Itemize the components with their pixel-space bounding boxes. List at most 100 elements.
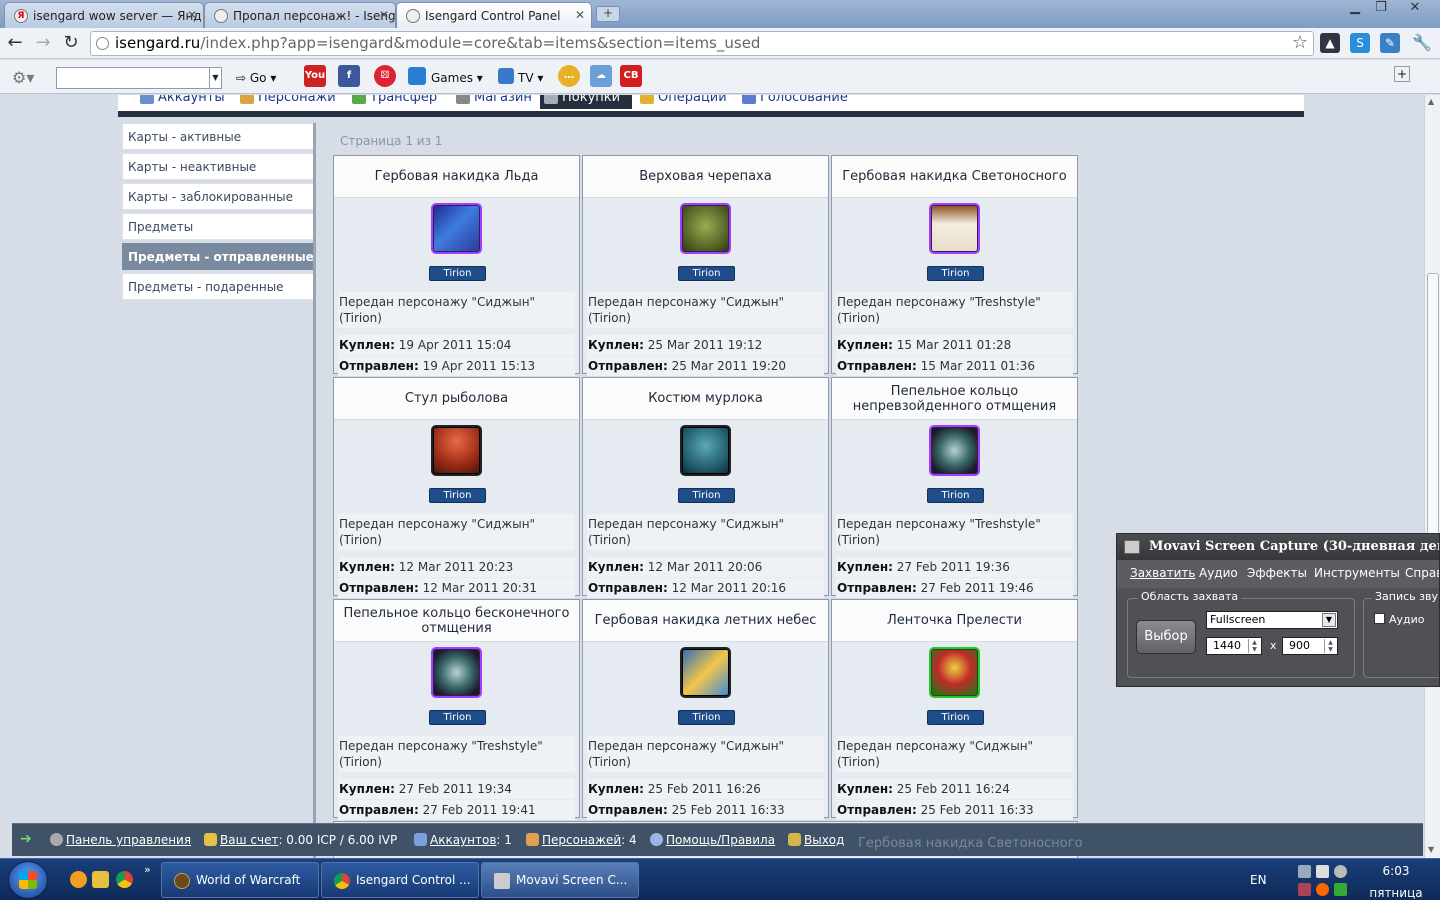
murloc-costume-icon[interactable] bbox=[680, 425, 731, 476]
reload-icon[interactable]: ↻ bbox=[60, 32, 82, 54]
back-icon[interactable]: ← bbox=[4, 32, 26, 54]
weather-icon[interactable]: ☁ bbox=[590, 65, 612, 87]
capture-mode-select[interactable]: Fullscreen ▼ bbox=[1206, 611, 1338, 629]
audio-checkbox[interactable]: Аудио bbox=[1374, 613, 1425, 626]
chevron-down-icon[interactable]: ▼ bbox=[1322, 613, 1336, 627]
menu-tools[interactable]: Инструменты bbox=[1314, 566, 1400, 580]
close-tab-icon[interactable]: ✕ bbox=[379, 8, 389, 22]
task-isengard-control[interactable]: Isengard Control ... bbox=[321, 862, 479, 898]
wrench-icon[interactable]: 🔧 bbox=[1412, 33, 1432, 53]
toolbar-logo-icon[interactable]: ⚙▾ bbox=[12, 68, 34, 88]
tab-isengard-control-panel[interactable]: Isengard Control Panel ✕ bbox=[396, 2, 592, 28]
item-title[interactable]: Гербовая накидка летних небес bbox=[583, 600, 828, 642]
select-area-button[interactable]: Выбор bbox=[1136, 620, 1196, 654]
tray-network-icon[interactable] bbox=[1334, 865, 1347, 878]
extension-skype-icon[interactable]: S bbox=[1350, 33, 1370, 53]
characters-link[interactable]: Персонажей bbox=[542, 833, 621, 847]
tabard-summer-icon[interactable] bbox=[680, 647, 731, 698]
chat-icon[interactable]: … bbox=[558, 65, 580, 87]
tab-lost-character[interactable]: Пропал персонаж! - Iseng ✕ bbox=[204, 2, 396, 28]
nav-operations[interactable]: Операции bbox=[636, 95, 735, 109]
games-icon[interactable] bbox=[408, 67, 426, 85]
start-button[interactable] bbox=[8, 861, 48, 899]
youtube-icon[interactable]: You bbox=[304, 65, 326, 87]
turtle-mount-icon[interactable] bbox=[680, 203, 731, 254]
close-window-icon[interactable]: ✕ bbox=[1400, 0, 1430, 18]
nav-accounts[interactable]: Аккаунты bbox=[136, 95, 233, 109]
account-balance[interactable]: Ваш счет: 0.00 ICP / 6.00 IVP bbox=[204, 833, 397, 847]
tv-icon[interactable] bbox=[498, 68, 514, 84]
control-panel-link[interactable]: Панель управления bbox=[50, 833, 191, 847]
new-tab-button[interactable]: + bbox=[596, 6, 620, 22]
close-tab-icon[interactable]: ✕ bbox=[187, 8, 197, 22]
width-field[interactable]: 1440 ▲ ▼ bbox=[1206, 637, 1262, 655]
page-scrollbar[interactable]: ▲ ▼ bbox=[1424, 95, 1440, 858]
item-title[interactable]: Пепельное кольцо непревзойденного отмщен… bbox=[832, 378, 1077, 420]
nav-transfer[interactable]: Трансфер bbox=[348, 95, 445, 109]
accounts-link[interactable]: Аккаунтов bbox=[430, 833, 496, 847]
item-title[interactable]: Верховая черепаха bbox=[583, 156, 828, 198]
close-tab-icon[interactable]: ✕ bbox=[575, 8, 585, 22]
account-link[interactable]: Ваш счет bbox=[220, 833, 278, 847]
nav-shop[interactable]: Магазин bbox=[452, 95, 540, 109]
extension-pen-icon[interactable]: ✎ bbox=[1380, 33, 1400, 53]
height-field[interactable]: 900 ▲ ▼ bbox=[1282, 637, 1338, 655]
scroll-down-icon[interactable]: ▼ bbox=[1428, 845, 1434, 854]
toolbar-add-icon[interactable]: + bbox=[1394, 66, 1410, 82]
toolbar-search-input[interactable]: ▼ bbox=[56, 67, 222, 89]
dice-icon[interactable]: ⚄ bbox=[374, 65, 396, 87]
nav-purchases[interactable]: Покупки bbox=[540, 95, 632, 109]
menu-capture[interactable]: Захватить bbox=[1130, 566, 1195, 580]
quicklaunch-pen-icon[interactable] bbox=[92, 871, 109, 888]
quicklaunch-chrome-icon[interactable] bbox=[116, 871, 133, 888]
tray-flag-icon[interactable] bbox=[1298, 883, 1311, 896]
tray-monitor-icon[interactable] bbox=[1298, 865, 1311, 878]
facebook-icon[interactable]: f bbox=[338, 65, 360, 87]
nav-characters[interactable]: Персонажи bbox=[236, 95, 344, 109]
movavi-title-bar[interactable]: Movavi Screen Capture (30-дневная демо-в… bbox=[1117, 534, 1439, 560]
minimize-icon[interactable]: ▁ bbox=[1342, 0, 1368, 18]
item-title[interactable]: Гербовая накидка Светоносного bbox=[832, 156, 1077, 198]
checkbox-icon[interactable] bbox=[1374, 613, 1385, 624]
ashen-ring-icon[interactable] bbox=[431, 647, 482, 698]
sidebar-item-cards-active[interactable]: Карты - активные bbox=[122, 123, 314, 150]
bookmark-star-icon[interactable]: ☆ bbox=[1292, 32, 1308, 54]
sidebar-item-items-gifted[interactable]: Предметы - подаренные bbox=[122, 273, 314, 300]
task-movavi[interactable]: Movavi Screen C... bbox=[481, 862, 639, 898]
page-info-icon[interactable] bbox=[96, 37, 109, 50]
movavi-window[interactable]: Movavi Screen Capture (30-дневная демо-в… bbox=[1116, 533, 1440, 687]
sidebar-item-cards-blocked[interactable]: Карты - заблокированные bbox=[122, 183, 314, 210]
restore-icon[interactable]: ❐ bbox=[1368, 0, 1394, 18]
ashen-ring-icon[interactable] bbox=[929, 425, 980, 476]
tab-yandex[interactable]: Я isengard wow server — Янд ✕ bbox=[4, 2, 204, 28]
tabard-light-icon[interactable] bbox=[929, 203, 980, 254]
accounts-count[interactable]: Аккаунтов: 1 bbox=[414, 833, 512, 847]
task-world-of-warcraft[interactable]: World of Warcraft bbox=[161, 862, 319, 898]
menu-audio[interactable]: Аудио bbox=[1199, 566, 1238, 580]
spinner-icon[interactable]: ▲ ▼ bbox=[1248, 639, 1260, 653]
tabard-ice-icon[interactable] bbox=[431, 203, 482, 254]
quicklaunch-aimp-icon[interactable] bbox=[70, 871, 87, 888]
menu-effects[interactable]: Эффекты bbox=[1247, 566, 1307, 580]
sidebar-item-items[interactable]: Предметы bbox=[122, 213, 314, 240]
cb-icon[interactable]: CB bbox=[620, 65, 642, 87]
item-title[interactable]: Пепельное кольцо бесконечного отмщения bbox=[334, 600, 579, 642]
nav-voting[interactable]: Голосование bbox=[738, 95, 856, 109]
address-bar[interactable]: isengard.ru/index.php?app=isengard&modul… bbox=[90, 31, 1314, 56]
fishing-chair-icon[interactable] bbox=[431, 425, 482, 476]
tray-volume-icon[interactable] bbox=[1316, 865, 1329, 878]
item-title[interactable]: Ленточка Прелести bbox=[832, 600, 1077, 642]
go-button[interactable]: ⇨ Go ▾ bbox=[236, 68, 276, 88]
item-title[interactable]: Стул рыболова bbox=[334, 378, 579, 420]
tray-orange-icon[interactable] bbox=[1316, 883, 1329, 896]
games-menu[interactable]: Games ▾ bbox=[431, 68, 483, 88]
characters-count[interactable]: Персонажей: 4 bbox=[526, 833, 637, 847]
help-link[interactable]: Помощь/Правила bbox=[650, 833, 775, 847]
chevron-down-icon[interactable]: ▼ bbox=[209, 68, 221, 88]
scroll-up-icon[interactable]: ▲ bbox=[1428, 97, 1434, 106]
menu-help[interactable]: Справ bbox=[1405, 566, 1439, 580]
system-clock[interactable]: 6:03 пятница bbox=[1366, 863, 1426, 900]
logout-link[interactable]: Выход bbox=[788, 833, 844, 847]
sidebar-item-items-sent[interactable]: Предметы - отправленные bbox=[122, 243, 314, 270]
spinner-icon[interactable]: ▲ ▼ bbox=[1324, 639, 1336, 653]
